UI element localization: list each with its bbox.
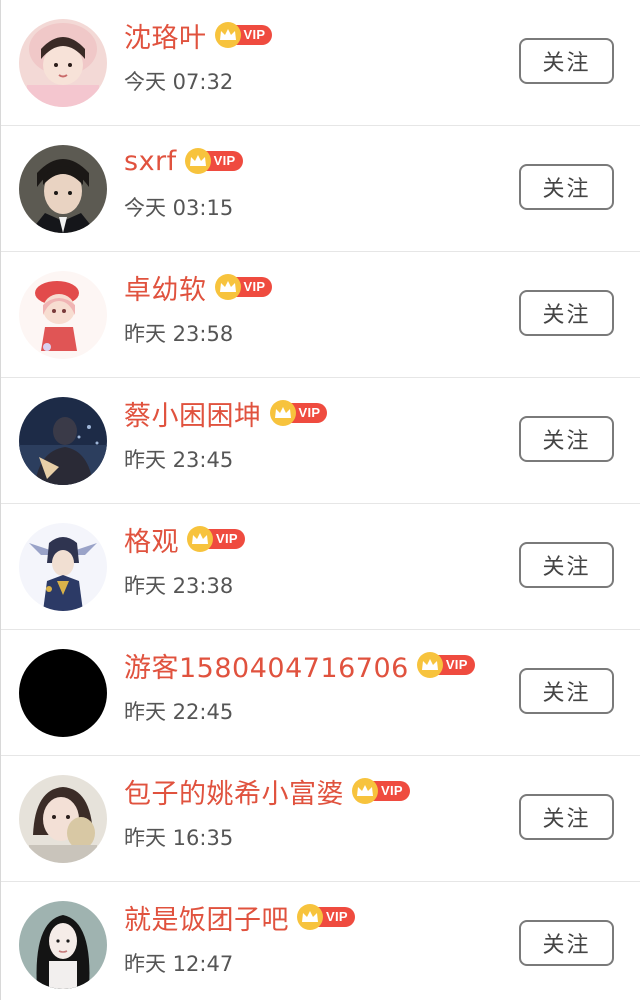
vip-badge: VIP [187,526,245,552]
crown-icon [269,400,296,426]
name-line: 沈珞叶 VIP [124,15,273,55]
crown-icon [416,652,443,678]
list-item[interactable]: 卓幼软 VIP 昨天 23:58 关注 [1,252,640,378]
username[interactable]: 包子的姚希小富婆 [124,772,344,811]
timestamp: 昨天 12:47 [124,952,234,976]
follow-button[interactable]: 关注 [519,164,614,210]
vip-badge: VIP [214,274,273,300]
follow-button[interactable]: 关注 [519,668,614,714]
crown-icon [214,274,241,300]
name-line: 蔡小困困坤 VIP [124,393,328,433]
username[interactable]: 蔡小困困坤 [124,394,262,433]
username[interactable]: 格观 [124,520,179,559]
username[interactable]: 卓幼软 [124,268,207,307]
follow-button[interactable]: 关注 [519,542,614,588]
follow-button[interactable]: 关注 [519,920,614,966]
username[interactable]: 沈珞叶 [124,16,207,55]
username[interactable]: sxrf [124,146,177,177]
avatar[interactable] [19,649,107,737]
crown-icon [297,904,323,930]
avatar[interactable] [19,775,107,863]
list-item[interactable]: 包子的姚希小富婆 VIP 昨天 16:35 关注 [1,756,640,882]
avatar[interactable] [19,19,107,107]
timestamp: 昨天 23:58 [124,322,234,346]
crown-icon [214,22,241,48]
list-item[interactable]: 沈珞叶 VIP 今天 07:32 关注 [1,0,640,126]
vip-badge: VIP [352,778,410,804]
timestamp: 昨天 16:35 [124,826,234,850]
username[interactable]: 游客1580404716706 [124,646,409,685]
crown-icon [184,148,211,174]
vip-badge: VIP [297,904,355,930]
name-line: sxrf VIP [124,141,243,181]
timestamp: 今天 07:32 [124,70,234,94]
follower-list: 沈珞叶 VIP 今天 07:32 关注 sxrf VIP 今天 03:15 关注… [0,0,640,1000]
list-item[interactable]: 游客1580404716706 VIP 昨天 22:45 关注 [1,630,640,756]
avatar[interactable] [19,271,107,359]
avatar[interactable] [19,397,107,485]
timestamp: 昨天 23:38 [124,574,234,598]
vip-badge: VIP [214,22,273,48]
list-item[interactable]: 格观 VIP 昨天 23:38 关注 [1,504,640,630]
vip-badge: VIP [184,148,243,174]
vip-badge: VIP [416,652,475,678]
name-line: 包子的姚希小富婆 VIP [124,771,410,811]
name-line: 就是饭团子吧 VIP [124,897,355,937]
avatar[interactable] [19,145,107,233]
avatar[interactable] [19,901,107,989]
list-item[interactable]: 蔡小困困坤 VIP 昨天 23:45 关注 [1,378,640,504]
crown-icon [187,526,213,552]
name-line: 卓幼软 VIP [124,267,273,307]
list-item[interactable]: sxrf VIP 今天 03:15 关注 [1,126,640,252]
timestamp: 昨天 23:45 [124,448,234,472]
follow-button[interactable]: 关注 [519,416,614,462]
vip-badge: VIP [269,400,328,426]
avatar[interactable] [19,523,107,611]
follow-button[interactable]: 关注 [519,290,614,336]
list-item[interactable]: 就是饭团子吧 VIP 昨天 12:47 关注 [1,882,640,1000]
name-line: 游客1580404716706 VIP [124,645,475,685]
timestamp: 昨天 22:45 [124,700,234,724]
timestamp: 今天 03:15 [124,196,234,220]
name-line: 格观 VIP [124,519,245,559]
follow-button[interactable]: 关注 [519,794,614,840]
crown-icon [352,778,378,804]
follow-button[interactable]: 关注 [519,38,614,84]
username[interactable]: 就是饭团子吧 [124,898,289,937]
